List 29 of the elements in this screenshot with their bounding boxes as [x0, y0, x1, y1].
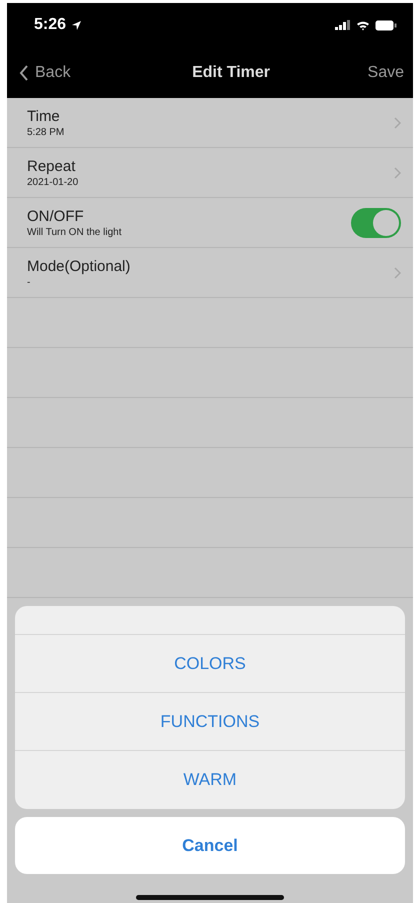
back-button[interactable]: Back — [19, 64, 71, 82]
row-subtitle: 2021-01-20 — [27, 176, 80, 188]
settings-row[interactable]: Repeat 2021-01-20 — [7, 148, 413, 198]
row-title: Mode(Optional) — [27, 258, 132, 274]
wifi-icon — [356, 20, 370, 30]
location-arrow-icon — [71, 20, 82, 30]
row-subtitle: Will Turn ON the light — [27, 226, 122, 238]
row-title: Repeat — [27, 158, 76, 174]
settings-row[interactable]: Time 5:28 PM — [7, 98, 413, 148]
chevron-icon — [394, 266, 401, 278]
row-title: ON/OFF — [27, 208, 85, 224]
signal-icon — [335, 20, 351, 30]
row-subtitle: 5:28 PM — [27, 126, 66, 138]
save-button[interactable]: Save — [368, 64, 404, 82]
battery-icon — [375, 20, 397, 30]
sheet-option[interactable]: COLORS — [15, 635, 405, 693]
back-chevron-icon — [19, 64, 29, 80]
status-time: 5:26 — [34, 16, 66, 34]
settings-row[interactable]: Mode(Optional) - — [7, 248, 413, 298]
nav-title: Edit Timer — [192, 64, 270, 82]
cancel-button[interactable]: Cancel — [15, 817, 405, 874]
row-title: Time — [27, 108, 61, 124]
toggle-switch[interactable] — [351, 208, 401, 238]
settings-row[interactable]: ON/OFF Will Turn ON the light — [7, 198, 413, 248]
sheet-option[interactable]: FUNCTIONS — [15, 693, 405, 751]
chevron-icon — [394, 166, 401, 178]
row-subtitle: - — [27, 276, 32, 288]
sheet-option[interactable]: WARM — [15, 751, 405, 809]
chevron-icon — [394, 116, 401, 128]
